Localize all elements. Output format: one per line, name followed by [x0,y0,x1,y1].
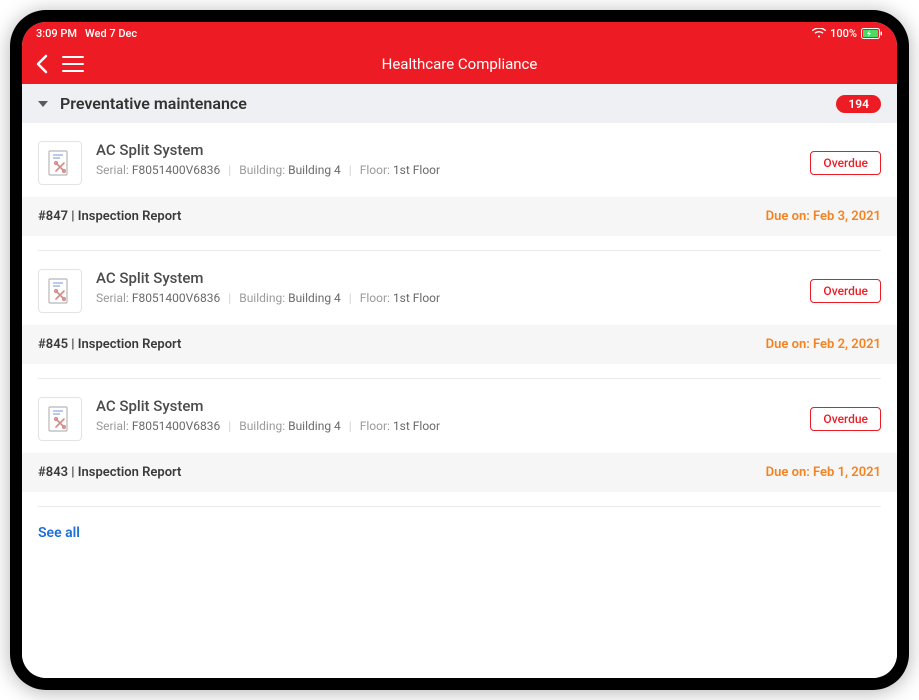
due-date: Due on: Feb 2, 2021 [766,337,881,352]
page-title: Healthcare Compliance [382,55,538,73]
item-title: AC Split System [96,269,796,287]
asset-icon [38,269,82,313]
status-badge: Overdue [810,279,881,303]
menu-button[interactable] [62,56,84,72]
status-badge: Overdue [810,151,881,175]
item-meta: Serial: F8051400V6836 | Building: Buildi… [96,419,796,433]
nav-bar: Healthcare Compliance [22,44,897,84]
report-id: #845 | Inspection Report [38,337,181,352]
report-bar[interactable]: #847 | Inspection Report Due on: Feb 3, … [22,197,897,236]
due-date: Due on: Feb 3, 2021 [766,209,881,224]
report-bar[interactable]: #845 | Inspection Report Due on: Feb 2, … [22,325,897,364]
see-all-link[interactable]: See all [22,507,96,565]
list-item[interactable]: AC Split System Serial: F8051400V6836 | … [22,379,897,507]
item-title: AC Split System [96,141,796,159]
report-bar[interactable]: #843 | Inspection Report Due on: Feb 1, … [22,453,897,492]
chevron-down-icon [38,101,48,107]
section-header[interactable]: Preventative maintenance 194 [22,84,897,123]
report-id: #847 | Inspection Report [38,209,181,224]
status-badge: Overdue [810,407,881,431]
item-title: AC Split System [96,397,796,415]
status-bar: 3:09 PM Wed 7 Dec 100% [22,22,897,44]
back-button[interactable] [34,54,48,74]
list-item[interactable]: AC Split System Serial: F8051400V6836 | … [22,251,897,379]
tablet-frame: 3:09 PM Wed 7 Dec 100% [10,10,909,690]
status-time: 3:09 PM [36,27,77,40]
asset-icon [38,141,82,185]
battery-icon [861,28,883,39]
count-badge: 194 [836,95,881,113]
item-meta: Serial: F8051400V6836 | Building: Buildi… [96,291,796,305]
status-battery: 100% [830,27,857,40]
wifi-icon [812,28,826,38]
item-meta: Serial: F8051400V6836 | Building: Buildi… [96,163,796,177]
content-area[interactable]: Preventative maintenance 194 AC Split Sy… [22,84,897,678]
asset-icon [38,397,82,441]
divider [38,506,881,507]
list-item[interactable]: AC Split System Serial: F8051400V6836 | … [22,123,897,251]
status-date: Wed 7 Dec [85,27,137,40]
due-date: Due on: Feb 1, 2021 [766,465,881,480]
section-title: Preventative maintenance [60,94,824,113]
report-id: #843 | Inspection Report [38,465,181,480]
screen: 3:09 PM Wed 7 Dec 100% [22,22,897,678]
